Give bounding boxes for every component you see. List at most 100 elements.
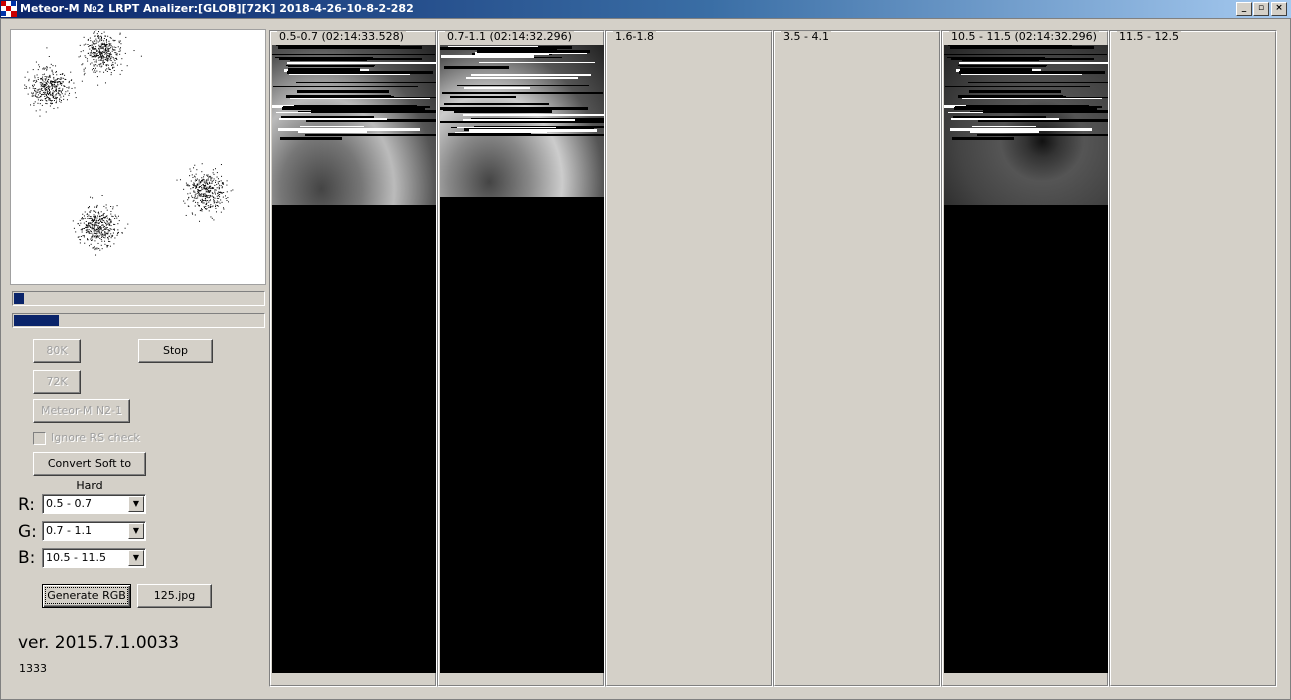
g-channel-select[interactable]: 0.7 - 1.1 ▼ [42, 521, 146, 541]
scan-line [952, 137, 1014, 140]
scan-line [464, 87, 530, 89]
counter-label: 1333 [19, 662, 47, 675]
b-channel-select[interactable]: 10.5 - 11.5 ▼ [42, 548, 146, 568]
chevron-down-icon[interactable]: ▼ [128, 523, 144, 539]
scan-line [300, 126, 364, 127]
channel-title: 10.5 - 11.5 (02:14:32.296) [949, 30, 1099, 43]
ignore-rs-label: Ignore RS check [51, 431, 140, 444]
scan-line [479, 62, 595, 63]
scan-line [290, 60, 367, 61]
maximize-button[interactable]: ▫ [1253, 2, 1269, 16]
close-button[interactable]: × [1271, 2, 1287, 16]
scan-line [276, 45, 400, 46]
channel-panel: 3.5 - 4.1 [773, 30, 941, 687]
checkbox-box[interactable] [33, 431, 46, 445]
channel-panel: 0.5-0.7 (02:14:33.528) [269, 30, 437, 687]
ignore-rs-checkbox[interactable]: Ignore RS check [33, 431, 140, 445]
scan-line [445, 108, 545, 110]
scan-line [444, 103, 549, 105]
constellation-plot [10, 29, 266, 285]
scan-line [280, 137, 342, 140]
scan-line [959, 71, 1105, 74]
scan-line [968, 46, 1094, 49]
scan-line [311, 110, 436, 113]
scan-line [944, 54, 1107, 55]
b-label: B: [18, 548, 36, 568]
generate-rgb-label: Generate RGB [45, 587, 128, 604]
scan-line [466, 77, 578, 79]
scan-line [287, 71, 433, 74]
chevron-down-icon[interactable]: ▼ [128, 550, 144, 566]
progress-bar-1 [12, 291, 265, 306]
channel-image [944, 45, 1108, 673]
g-label: G: [18, 522, 37, 542]
72k-button[interactable]: 72K [33, 370, 81, 394]
scan-line [969, 90, 1061, 93]
scan-line [962, 60, 1039, 61]
channel-image [272, 45, 436, 673]
scan-line [457, 127, 556, 128]
scan-line [471, 74, 591, 76]
b-channel-value: 10.5 - 11.5 [46, 551, 106, 564]
scan-line [444, 66, 509, 69]
window-title: Meteor-M №2 LRPT Analizer:[GLOB][72K] 20… [20, 2, 414, 15]
scan-line [463, 114, 604, 116]
chevron-down-icon[interactable]: ▼ [128, 496, 144, 512]
scan-line [977, 134, 1108, 136]
app-icon [1, 1, 17, 17]
g-channel-value: 0.7 - 1.1 [46, 524, 92, 537]
80k-button[interactable]: 80K [33, 339, 81, 363]
scan-line [305, 134, 436, 136]
scan-line [469, 129, 597, 132]
scan-line [948, 45, 1072, 46]
scan-line [296, 46, 422, 49]
scan-line [290, 98, 430, 99]
r-channel-value: 0.5 - 0.7 [46, 497, 92, 510]
channel-title: 11.5 - 12.5 [1117, 30, 1181, 43]
scan-line [983, 110, 1108, 113]
scan-line [296, 97, 436, 98]
scan-line [297, 90, 389, 93]
progress-bar-2 [12, 313, 265, 328]
channel-title: 0.7-1.1 (02:14:32.296) [445, 30, 574, 43]
channel-panel: 11.5 - 12.5 [1109, 30, 1277, 687]
jpg-button[interactable]: 125.jpg [137, 584, 212, 608]
scan-line [962, 98, 1102, 99]
scan-line [286, 65, 375, 66]
r-channel-select[interactable]: 0.5 - 0.7 ▼ [42, 494, 146, 514]
scan-line [274, 86, 410, 87]
scan-line [463, 119, 575, 121]
scan-line [441, 55, 534, 58]
version-label: ver. 2015.7.1.0033 [18, 633, 180, 653]
generate-rgb-button[interactable]: Generate RGB [42, 584, 131, 608]
scan-line [442, 92, 603, 94]
channel-image [440, 45, 604, 673]
meteor-n2-1-button[interactable]: Meteor-M N2-1 [33, 399, 130, 423]
scan-line [477, 50, 590, 53]
title-bar[interactable]: Meteor-M №2 LRPT Analizer:[GLOB][72K] 20… [0, 0, 1291, 18]
stop-button[interactable]: Stop [138, 339, 213, 363]
scan-line [296, 82, 436, 83]
scan-line [959, 62, 1108, 64]
convert-soft-to-hard-button[interactable]: Convert Soft to Hard [33, 452, 146, 492]
scan-line [457, 85, 589, 86]
scan-line [951, 118, 1059, 120]
scan-line [477, 122, 604, 123]
channel-panel: 10.5 - 11.5 (02:14:32.296) [941, 30, 1109, 687]
progress-fill-1 [14, 293, 25, 304]
channel-panel: 0.7-1.1 (02:14:32.296) [437, 30, 605, 687]
channel-panel: 1.6-1.8 [605, 30, 773, 687]
scan-line [278, 128, 420, 131]
progress-fill-2 [14, 315, 60, 326]
scan-line [958, 65, 1047, 66]
scan-line [287, 62, 436, 64]
scan-line [968, 82, 1108, 83]
scan-line [279, 118, 387, 120]
minimize-button[interactable]: _ [1236, 2, 1252, 16]
scan-line [450, 96, 516, 98]
channel-title: 1.6-1.8 [613, 30, 656, 43]
scan-line [972, 126, 1036, 127]
scan-line [946, 86, 1082, 87]
scan-line [272, 54, 435, 55]
scan-line [950, 128, 1092, 131]
